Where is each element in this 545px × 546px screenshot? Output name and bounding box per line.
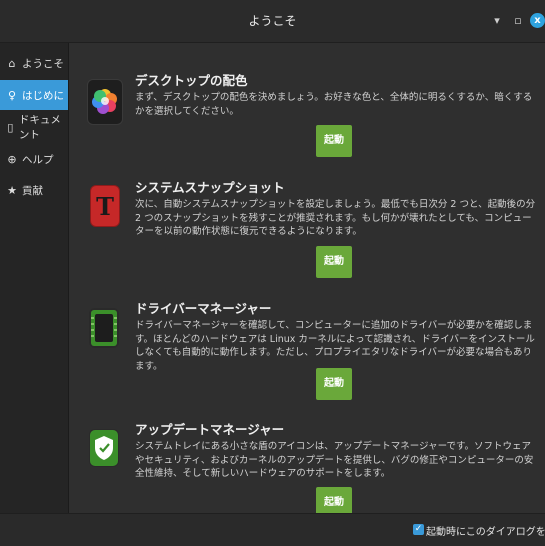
sidebar-item-label: ヘルプ	[22, 153, 54, 166]
sidebar-item-label: ドキュメント	[18, 114, 61, 141]
update-shield-icon	[89, 429, 119, 467]
svg-text:T: T	[96, 192, 114, 221]
title-bar: ようこそ ▾ ▫ x	[0, 0, 545, 43]
section-description: まず、デスクトップの配色を決めましょう。お好きな色と、全体的に明るくするか、暗く…	[135, 92, 533, 117]
sidebar-item-getting-started[interactable]: ♀ はじめに	[0, 80, 68, 110]
launch-button[interactable]: 起動	[316, 368, 352, 400]
book-icon: ▯	[7, 120, 14, 134]
window-title: ようこそ	[248, 14, 297, 28]
section-description: システムトレイにある小さな盾のアイコンは、アップデートマネージャーです。ソフトウ…	[135, 441, 534, 479]
section-description: ドライバーマネージャーを確認して、コンピューターに追加のドライバーが必要かを確認…	[135, 320, 535, 372]
sidebar-item-contribute[interactable]: ★ 貢献	[0, 175, 68, 205]
show-on-startup-checkbox[interactable]: ✓	[413, 524, 424, 535]
lifebuoy-icon: ⊕	[7, 152, 17, 166]
section-title: システムスナップショット	[135, 180, 285, 195]
launch-button[interactable]: 起動	[316, 246, 352, 278]
home-icon: ⌂	[8, 56, 16, 70]
sidebar-item-help[interactable]: ⊕ ヘルプ	[0, 144, 68, 174]
sidebar-item-label: ようこそ	[22, 57, 64, 70]
sidebar-item-documents[interactable]: ▯ ドキュメント	[0, 112, 68, 142]
lightbulb-icon: ♀	[7, 88, 17, 102]
maximize-button[interactable]: ▫	[510, 13, 526, 29]
timeshift-icon: T	[90, 185, 120, 227]
sidebar-item-label: 貢献	[22, 184, 43, 197]
section-title: デスクトップの配色	[135, 73, 248, 88]
launch-button[interactable]: 起動	[316, 125, 352, 157]
main-content: デスクトップの配色 まず、デスクトップの配色を決めましょう。お好きな色と、全体的…	[69, 43, 545, 513]
driver-chip-icon	[89, 308, 119, 348]
sidebar: ⌂ ようこそ ♀ はじめに ▯ ドキュメント ⊕ ヘルプ ★ 貢献	[0, 43, 69, 513]
minimize-button[interactable]: ▾	[489, 13, 505, 29]
close-button[interactable]: x	[530, 13, 545, 28]
show-on-startup-label[interactable]: 起動時にこのダイアログを表示	[426, 523, 545, 538]
footer-bar: ✓ 起動時にこのダイアログを表示	[0, 513, 545, 546]
star-icon: ★	[7, 183, 17, 197]
sidebar-item-welcome[interactable]: ⌂ ようこそ	[0, 48, 68, 78]
launch-button[interactable]: 起動	[316, 487, 352, 513]
sidebar-item-label: はじめに	[22, 89, 64, 102]
section-description: 次に、自動システムスナップショットを設定しましょう。最低でも日次分 2 つと、起…	[135, 199, 536, 237]
section-title: アップデートマネージャー	[135, 422, 285, 437]
color-palette-icon	[87, 79, 123, 125]
section-title: ドライバーマネージャー	[135, 301, 272, 316]
